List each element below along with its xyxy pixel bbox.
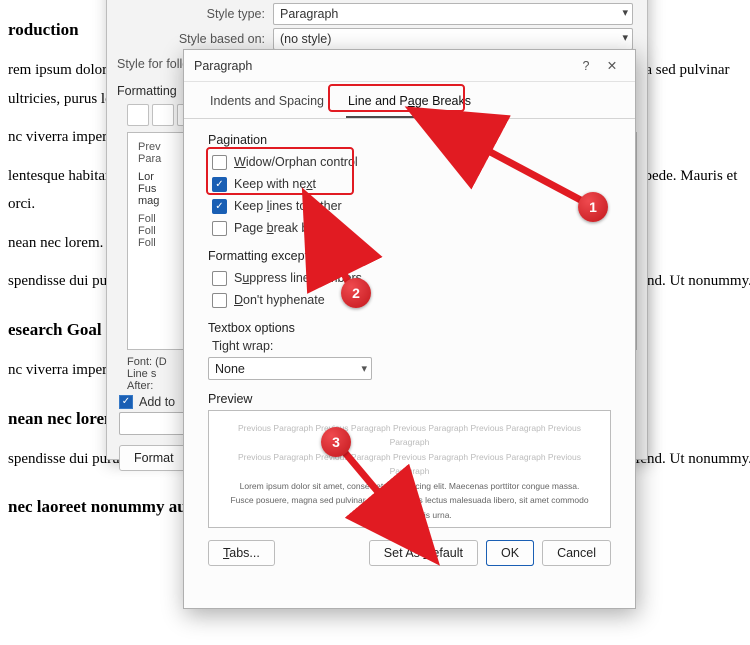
- annotation-badge-3: 3: [321, 427, 351, 457]
- row-based-on: Style based on: (no style)▾: [107, 26, 647, 51]
- dialog-title: Paragraph: [194, 59, 573, 73]
- annotation-badge-2: 2: [341, 278, 371, 308]
- checkbox-icon: [212, 293, 227, 308]
- titlebar: Paragraph ? ✕: [184, 50, 635, 82]
- paragraph-dialog: Paragraph ? ✕ Indents and Spacing Line a…: [183, 49, 636, 609]
- preview-section: Preview Previous Paragraph Previous Para…: [208, 392, 611, 528]
- opt-dont-hyphenate[interactable]: Don't hyphenate: [212, 289, 611, 311]
- opt-label: Page break before: [234, 221, 337, 235]
- close-button[interactable]: ✕: [599, 58, 625, 73]
- opt-label: Widow/Orphan control: [234, 155, 358, 169]
- opt-widow-orphan[interactable]: Widow/Orphan control: [212, 151, 611, 173]
- combo-style-type[interactable]: Paragraph▾: [273, 3, 633, 25]
- chevron-down-icon: ▾: [622, 6, 628, 19]
- opt-keep-with-next[interactable]: ✓ Keep with next: [212, 173, 611, 195]
- tab-indents-spacing[interactable]: Indents and Spacing: [208, 88, 326, 118]
- set-default-button[interactable]: Set As Default: [369, 540, 478, 566]
- checkbox-icon: [212, 155, 227, 170]
- select-tight-wrap[interactable]: None▾: [208, 357, 372, 380]
- help-button[interactable]: ?: [573, 59, 599, 73]
- combo-based-on[interactable]: (no style)▾: [273, 28, 633, 50]
- format-button[interactable]: Format: [119, 445, 189, 471]
- button-bar: Tabs... Set As Default OK Cancel: [184, 528, 635, 566]
- tabstrip: Indents and Spacing Line and Page Breaks: [184, 82, 635, 119]
- btn-label: Set As Default: [384, 546, 463, 560]
- chevron-down-icon: ▾: [361, 362, 367, 375]
- opt-suppress-line-numbers[interactable]: Suppress line numbers: [212, 267, 611, 289]
- opt-label: Keep lines together: [234, 199, 342, 213]
- label-tight-wrap: Tight wrap:: [212, 339, 611, 353]
- opt-label: Suppress line numbers: [234, 271, 362, 285]
- tab-label: Line and Page Breaks: [348, 94, 471, 108]
- label-style-type: Style type:: [107, 7, 273, 21]
- group-pagination: Pagination: [208, 133, 611, 147]
- btn-label: Tabs...: [223, 546, 260, 560]
- label-based-on: Style based on:: [107, 32, 273, 46]
- tabs-button[interactable]: Tabs...: [208, 540, 275, 566]
- chevron-down-icon: ▾: [622, 31, 628, 44]
- checkbox-icon: ✓: [212, 199, 227, 214]
- group-textbox-options: Textbox options: [208, 321, 611, 335]
- ok-button[interactable]: OK: [486, 540, 534, 566]
- group-formatting-exceptions: Formatting exceptions: [208, 249, 611, 263]
- tab-pane-breaks: Pagination Widow/Orphan control ✓ Keep wi…: [184, 119, 635, 380]
- opt-label: Keep with next: [234, 177, 316, 191]
- checkbox-icon: ✓: [212, 177, 227, 192]
- opt-page-break-before[interactable]: Page break before: [212, 217, 611, 239]
- tab-line-page-breaks[interactable]: Line and Page Breaks: [346, 88, 473, 118]
- opt-keep-lines-together[interactable]: ✓ Keep lines together: [212, 195, 611, 217]
- annotation-badge-1: 1: [578, 192, 608, 222]
- preview-heading: Preview: [208, 392, 611, 406]
- checkbox-icon: ✓: [119, 395, 133, 409]
- checkbox-icon: [212, 221, 227, 236]
- preview-box: Previous Paragraph Previous Paragraph Pr…: [208, 410, 611, 528]
- toolbar-button[interactable]: [127, 104, 149, 126]
- row-style-type: Style type: Paragraph▾: [107, 1, 647, 26]
- toolbar-button[interactable]: [152, 104, 174, 126]
- opt-label: Don't hyphenate: [234, 293, 325, 307]
- checkbox-icon: [212, 271, 227, 286]
- cancel-button[interactable]: Cancel: [542, 540, 611, 566]
